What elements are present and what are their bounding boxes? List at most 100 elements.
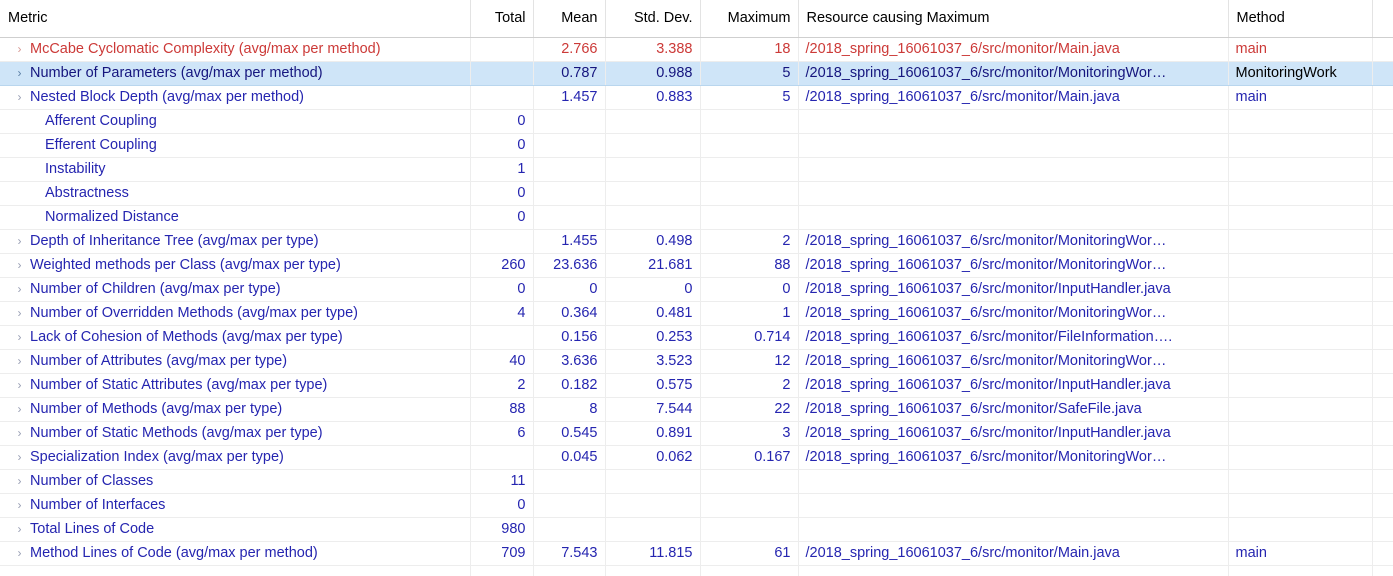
chevron-right-icon[interactable]: › — [12, 374, 27, 397]
cell-std-dev: 0.481 — [605, 301, 701, 326]
chevron-right-icon[interactable]: › — [12, 350, 27, 373]
cell-metric[interactable]: › Depth of Inheritance Tree (avg/max per … — [0, 229, 471, 254]
cell-filler — [1372, 373, 1393, 398]
chevron-right-icon[interactable]: › — [12, 422, 27, 445]
table-row[interactable]: › Specialization Index (avg/max per type)… — [0, 445, 1393, 470]
cell-method — [1228, 205, 1373, 230]
table-row[interactable] — [0, 565, 1393, 576]
cell-resource — [798, 469, 1229, 494]
table-row[interactable]: Afferent Coupling 0 — [0, 109, 1393, 134]
table-row[interactable]: › Number of Interfaces 0 — [0, 493, 1393, 518]
chevron-right-icon[interactable]: › — [12, 446, 27, 469]
table-row[interactable]: › Number of Overridden Methods (avg/max p… — [0, 301, 1393, 326]
column-header-total[interactable]: Total — [470, 0, 534, 38]
metric-label: Specialization Index (avg/max per type) — [30, 448, 284, 465]
chevron-right-icon[interactable]: › — [12, 518, 27, 541]
cell-metric[interactable] — [0, 565, 471, 576]
cell-method — [1228, 109, 1373, 134]
column-header-mean[interactable]: Mean — [533, 0, 606, 38]
chevron-right-icon[interactable]: › — [12, 398, 27, 421]
cell-method — [1228, 469, 1373, 494]
chevron-right-icon[interactable]: › — [12, 542, 27, 565]
table-row[interactable]: Abstractness 0 — [0, 181, 1393, 206]
table-row[interactable]: Efferent Coupling 0 — [0, 133, 1393, 158]
chevron-right-icon[interactable]: › — [12, 494, 27, 517]
table-row[interactable]: › Number of Children (avg/max per type) 0 0… — [0, 277, 1393, 302]
column-header-std-dev[interactable]: Std. Dev. — [605, 0, 701, 38]
cell-maximum: 5 — [700, 85, 799, 110]
cell-std-dev — [605, 565, 701, 576]
table-row[interactable]: › Nested Block Depth (avg/max per method)… — [0, 85, 1393, 110]
cell-total — [470, 85, 534, 110]
cell-mean — [533, 133, 606, 158]
cell-maximum — [700, 157, 799, 182]
chevron-right-icon[interactable]: › — [12, 326, 27, 349]
column-header-resource[interactable]: Resource causing Maximum — [798, 0, 1229, 38]
cell-metric[interactable]: › Total Lines of Code — [0, 517, 471, 542]
cell-metric[interactable]: › Specialization Index (avg/max per type) — [0, 445, 471, 470]
table-header: Metric Total Mean Std. Dev. Maximum Reso… — [0, 0, 1393, 38]
cell-metric[interactable]: › Weighted methods per Class (avg/max per… — [0, 253, 471, 278]
cell-metric[interactable]: › Number of Children (avg/max per type) — [0, 277, 471, 302]
cell-metric[interactable]: › Number of Attributes (avg/max per type) — [0, 349, 471, 374]
metric-label: Number of Parameters (avg/max per method… — [30, 64, 323, 81]
chevron-right-icon[interactable]: › — [12, 86, 27, 109]
table-row[interactable]: › Weighted methods per Class (avg/max per… — [0, 253, 1393, 278]
cell-maximum — [700, 109, 799, 134]
table-row[interactable]: › Number of Static Methods (avg/max per t… — [0, 421, 1393, 446]
cell-metric[interactable]: › Number of Classes — [0, 469, 471, 494]
cell-method — [1228, 445, 1373, 470]
column-header-method[interactable]: Method — [1228, 0, 1373, 38]
table-row[interactable]: › McCabe Cyclomatic Complexity (avg/max p… — [0, 37, 1393, 62]
cell-metric[interactable]: › Number of Static Methods (avg/max per t… — [0, 421, 471, 446]
cell-metric[interactable]: › Number of Interfaces — [0, 493, 471, 518]
cell-metric[interactable]: › Number of Parameters (avg/max per metho… — [0, 61, 471, 86]
table-row[interactable]: › Number of Methods (avg/max per type) 88 8… — [0, 397, 1393, 422]
cell-filler — [1372, 541, 1393, 566]
cell-metric[interactable]: Efferent Coupling — [0, 133, 471, 158]
table-row[interactable]: › Number of Attributes (avg/max per type)… — [0, 349, 1393, 374]
cell-total: 6 — [470, 421, 534, 446]
cell-metric[interactable]: › Nested Block Depth (avg/max per method) — [0, 85, 471, 110]
cell-metric[interactable]: › Number of Static Attributes (avg/max pe… — [0, 373, 471, 398]
chevron-right-icon[interactable]: › — [12, 230, 27, 253]
cell-metric[interactable]: › Number of Overridden Methods (avg/max p… — [0, 301, 471, 326]
chevron-right-icon[interactable]: › — [12, 278, 27, 301]
cell-mean: 1.457 — [533, 85, 606, 110]
chevron-right-icon[interactable]: › — [12, 62, 27, 85]
table-row[interactable]: › Number of Static Attributes (avg/max pe… — [0, 373, 1393, 398]
cell-method — [1228, 373, 1373, 398]
cell-metric[interactable]: › Number of Methods (avg/max per type) — [0, 397, 471, 422]
cell-resource: /2018_spring_16061037_6/src/monitor/Main… — [798, 85, 1229, 110]
table-row[interactable]: › Number of Classes 11 — [0, 469, 1393, 494]
cell-total: 88 — [470, 397, 534, 422]
cell-metric[interactable]: › McCabe Cyclomatic Complexity (avg/max p… — [0, 37, 471, 62]
table-row[interactable]: › Depth of Inheritance Tree (avg/max per … — [0, 229, 1393, 254]
chevron-right-icon[interactable]: › — [12, 254, 27, 277]
cell-mean — [533, 157, 606, 182]
column-header-metric[interactable]: Metric — [0, 0, 471, 38]
cell-metric[interactable]: › Lack of Cohesion of Methods (avg/max pe… — [0, 325, 471, 350]
cell-method — [1228, 517, 1373, 542]
metric-label: Number of Attributes (avg/max per type) — [30, 352, 288, 369]
cell-metric[interactable]: Afferent Coupling — [0, 109, 471, 134]
table-row[interactable]: Instability 1 — [0, 157, 1393, 182]
cell-metric[interactable]: Instability — [0, 157, 471, 182]
table-row[interactable]: › Number of Parameters (avg/max per metho… — [0, 61, 1393, 86]
cell-metric[interactable]: Normalized Distance — [0, 205, 471, 230]
table-row[interactable]: › Method Lines of Code (avg/max per metho… — [0, 541, 1393, 566]
cell-method — [1228, 397, 1373, 422]
cell-metric[interactable]: › Method Lines of Code (avg/max per metho… — [0, 541, 471, 566]
cell-mean: 0.364 — [533, 301, 606, 326]
table-row[interactable]: › Lack of Cohesion of Methods (avg/max pe… — [0, 325, 1393, 350]
column-header-maximum[interactable]: Maximum — [700, 0, 799, 38]
cell-resource: /2018_spring_16061037_6/src/monitor/Main… — [798, 541, 1229, 566]
chevron-right-icon[interactable]: › — [12, 38, 27, 61]
cell-metric[interactable]: Abstractness — [0, 181, 471, 206]
table-row[interactable]: Normalized Distance 0 — [0, 205, 1393, 230]
chevron-right-icon[interactable]: › — [12, 302, 27, 325]
chevron-right-icon[interactable]: › — [12, 470, 27, 493]
table-row[interactable]: › Total Lines of Code 980 — [0, 517, 1393, 542]
cell-filler — [1372, 301, 1393, 326]
cell-std-dev: 0.253 — [605, 325, 701, 350]
